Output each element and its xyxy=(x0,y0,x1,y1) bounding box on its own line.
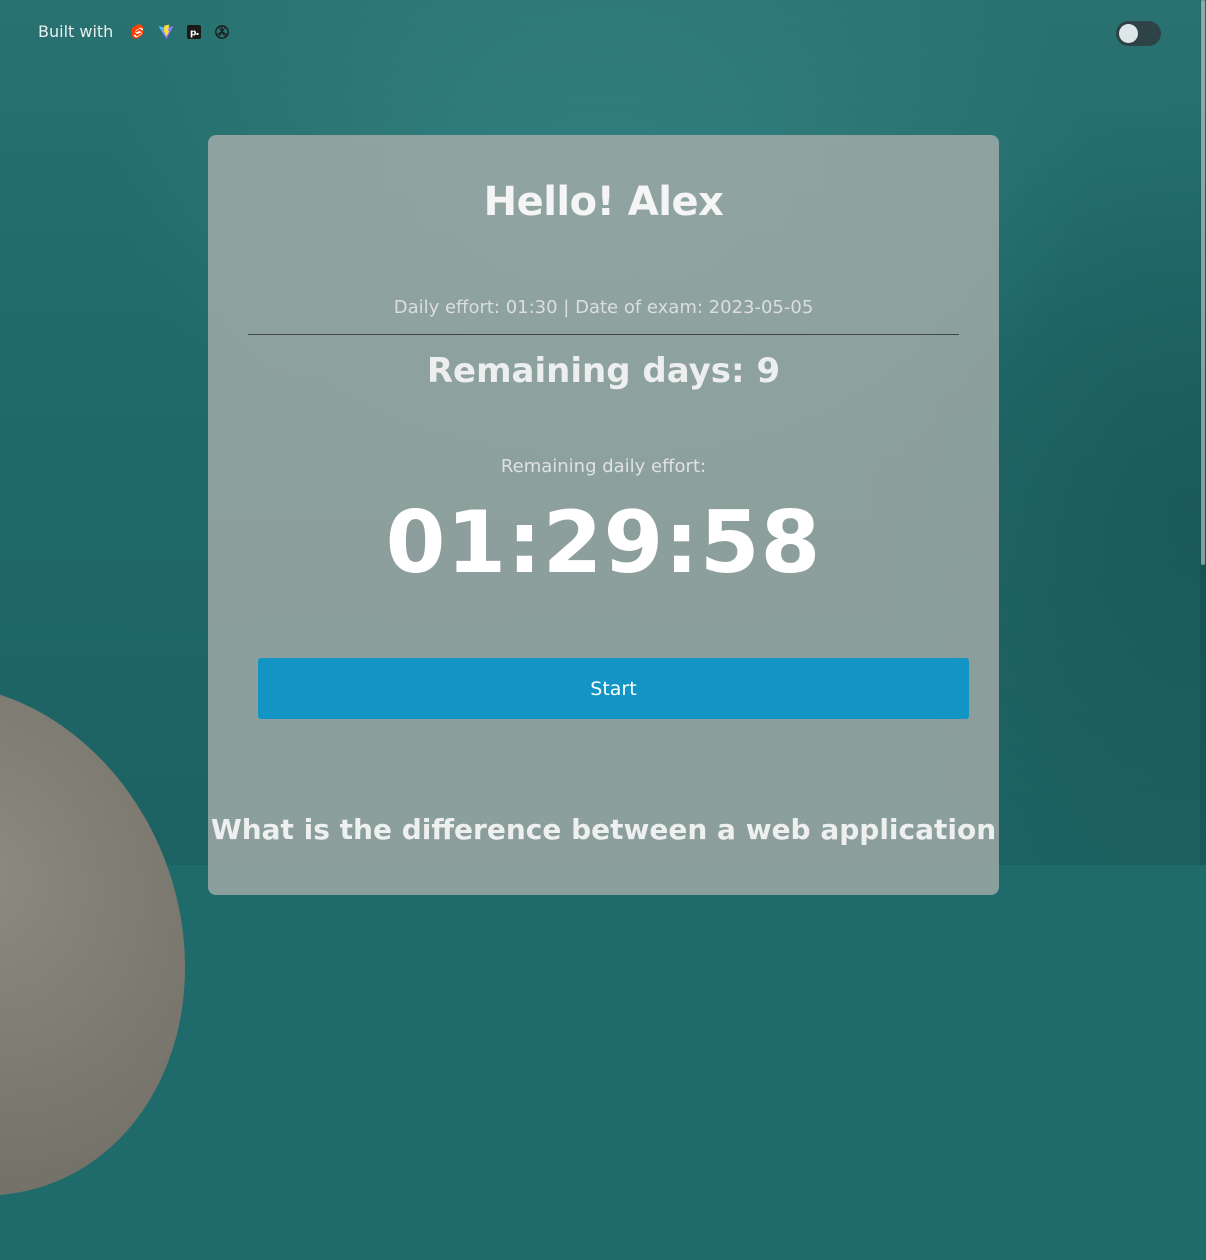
countdown-timer: 01:29:58 xyxy=(385,493,822,593)
theme-toggle[interactable] xyxy=(1116,21,1161,46)
question-heading: What is the difference between a web app… xyxy=(210,813,997,846)
vite-icon[interactable] xyxy=(157,23,175,41)
effort-exam-info: Daily effort: 01:30 | Date of exam: 2023… xyxy=(393,297,814,318)
remaining-days: Remaining days: 9 xyxy=(426,351,781,391)
built-with-bar: Built with p xyxy=(38,22,231,41)
study-card: Hello! Alex Daily effort: 01:30 | Date o… xyxy=(208,135,999,895)
built-with-label: Built with xyxy=(38,22,114,41)
divider xyxy=(248,334,959,335)
svelte-icon[interactable] xyxy=(129,23,147,41)
remaining-effort-label: Remaining daily effort: xyxy=(500,456,707,477)
toggle-knob xyxy=(1119,24,1138,43)
greeting-heading: Hello! Alex xyxy=(483,179,724,225)
scrollbar[interactable] xyxy=(1200,0,1206,865)
scrollbar-thumb[interactable] xyxy=(1201,0,1205,565)
svg-text:p: p xyxy=(190,28,197,38)
pocketbase-icon[interactable]: p xyxy=(185,23,203,41)
openai-icon[interactable] xyxy=(213,23,231,41)
start-button[interactable]: Start xyxy=(258,658,969,719)
